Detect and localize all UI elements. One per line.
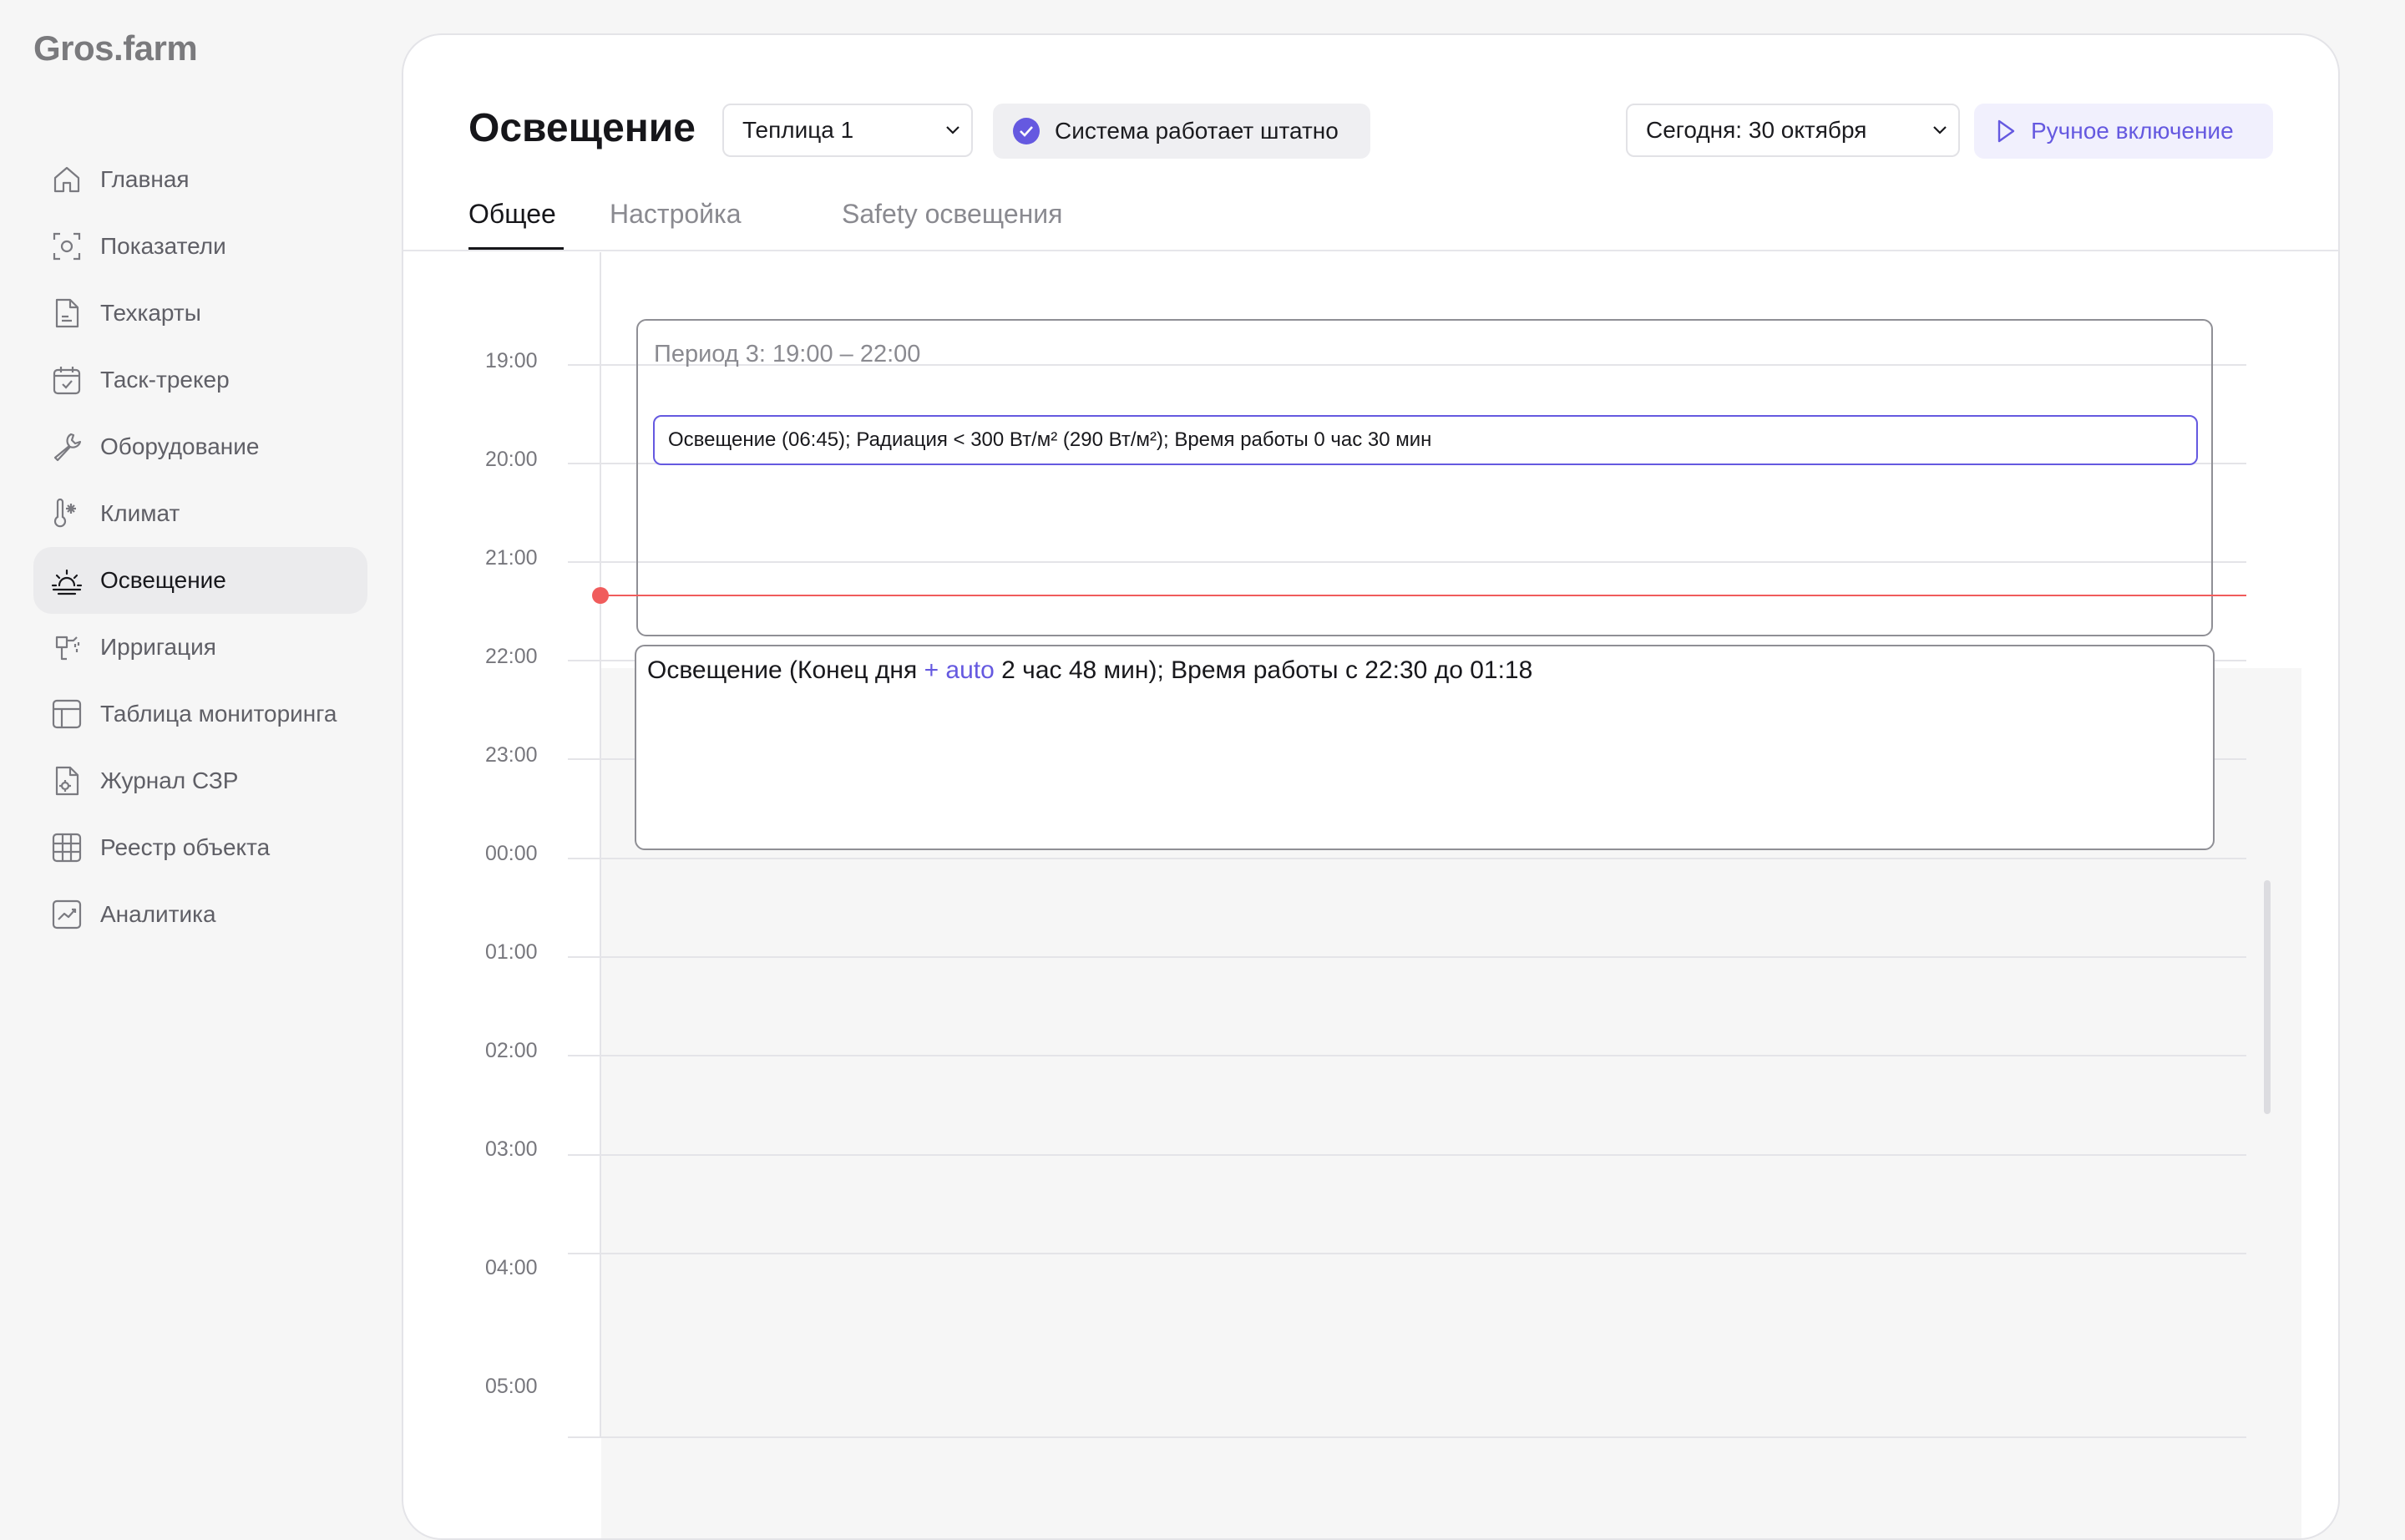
end-of-day-text: Освещение (Конец дня + auto 2 час 48 мин…: [647, 656, 1532, 685]
grid-icon: [50, 831, 84, 864]
time-label: 20:00: [485, 448, 538, 471]
timeline-scrollbar[interactable]: [2264, 880, 2271, 1114]
sidebar-item-analytics[interactable]: Аналитика: [33, 881, 367, 948]
hour-gridline: [568, 1436, 2246, 1438]
sidebar-item-metrics[interactable]: Показатели: [33, 213, 367, 280]
end-of-day-suffix: 2 час 48 мин); Время работы с 22:30 до 0…: [994, 656, 1533, 684]
sidebar-item-monitoring-table[interactable]: Таблица мониторинга: [33, 681, 367, 747]
sidebar-item-label: Журнал СЗР: [100, 767, 239, 793]
time-label: 02:00: [485, 1039, 538, 1062]
manual-start-label: Ручное включение: [2031, 118, 2234, 144]
chevron-down-icon: [1921, 125, 1958, 135]
sidebar-item-label: Аналитика: [100, 901, 216, 927]
manual-start-button[interactable]: Ручное включение: [1974, 104, 2273, 159]
hour-gridline: [568, 1055, 2246, 1056]
time-label: 05:00: [485, 1375, 538, 1398]
sidebar-item-label: Таблица мониторинга: [100, 701, 337, 727]
lighting-event[interactable]: Освещение (06:45); Радиация < 300 Вт/м² …: [653, 415, 2198, 465]
tab-general[interactable]: Общее: [468, 199, 556, 230]
table-icon: [50, 697, 84, 731]
lighting-event-text: Освещение (06:45); Радиация < 300 Вт/м² …: [668, 428, 1432, 451]
time-label: 22:00: [485, 645, 538, 668]
sunrise-icon: [50, 564, 84, 597]
time-label: 04:00: [485, 1256, 538, 1279]
sidebar-nav: Главная Показатели Техкарты Таск-трекер …: [33, 146, 367, 948]
wrench-icon: [50, 430, 84, 464]
check-circle-icon: [1013, 118, 1040, 144]
sidebar-item-label: Климат: [100, 500, 180, 526]
tab-safety-lighting[interactable]: Safety освещения: [842, 199, 1062, 230]
current-time-line: [601, 595, 2246, 596]
sidebar-item-home[interactable]: Главная: [33, 146, 367, 213]
hour-gridline: [568, 1154, 2246, 1156]
irrigation-icon: [50, 631, 84, 664]
sidebar-item-task-tracker[interactable]: Таск-трекер: [33, 347, 367, 413]
sidebar-item-label: Главная: [100, 166, 190, 192]
sidebar-item-lighting[interactable]: Освещение: [33, 547, 367, 614]
time-label: 21:00: [485, 546, 538, 570]
system-status-badge: Система работает штатно: [993, 104, 1370, 159]
sidebar-item-label: Освещение: [100, 567, 226, 593]
calendar-check-icon: [50, 363, 84, 397]
sidebar-item-label: Оборудование: [100, 433, 260, 459]
hour-gridline: [568, 956, 2246, 958]
sidebar-item-label: Ирригация: [100, 634, 216, 660]
auto-badge[interactable]: + auto: [924, 656, 995, 684]
main-panel: Освещение Теплица 1 Система работает шта…: [402, 33, 2340, 1540]
sidebar-item-techcards[interactable]: Техкарты: [33, 280, 367, 347]
hour-gridline: [568, 1253, 2246, 1254]
play-icon: [1997, 119, 2015, 143]
lighting-timeline: 19:00 20:00 21:00 22:00 23:00 00:00 01:0…: [403, 252, 2338, 1538]
analytics-icon: [50, 898, 84, 931]
journal-icon: [50, 764, 84, 798]
period-title: Период 3: 19:00 – 22:00: [654, 341, 921, 367]
time-label: 03:00: [485, 1137, 538, 1161]
timeline-axis-line: [600, 252, 601, 1438]
sidebar-item-label: Техкарты: [100, 300, 201, 326]
sidebar-item-equipment[interactable]: Оборудование: [33, 413, 367, 480]
tabs-divider: [403, 250, 2338, 251]
document-icon: [50, 296, 84, 330]
date-select-value: Сегодня: 30 октября: [1646, 117, 1867, 143]
greenhouse-select[interactable]: Теплица 1: [722, 104, 973, 157]
time-label: 01:00: [485, 940, 538, 964]
date-select[interactable]: Сегодня: 30 октября: [1626, 104, 1960, 157]
app-logo[interactable]: Gros.farm: [33, 28, 198, 68]
hour-gridline: [568, 858, 2246, 859]
sidebar-item-label: Таск-трекер: [100, 367, 230, 393]
metrics-icon: [50, 230, 84, 263]
sidebar-item-label: Реестр объекта: [100, 834, 271, 860]
home-icon: [50, 163, 84, 196]
sidebar-item-object-registry[interactable]: Реестр объекта: [33, 814, 367, 881]
current-time-marker: [592, 587, 609, 604]
end-of-day-prefix: Освещение (Конец дня: [647, 656, 924, 684]
sidebar-item-label: Показатели: [100, 233, 226, 259]
time-label: 19:00: [485, 349, 538, 372]
time-label: 23:00: [485, 743, 538, 767]
greenhouse-select-value: Теплица 1: [742, 117, 854, 143]
sidebar-item-climate[interactable]: Климат: [33, 480, 367, 547]
sidebar-item-szr-journal[interactable]: Журнал СЗР: [33, 747, 367, 814]
chevron-down-icon: [934, 125, 971, 135]
sidebar-item-irrigation[interactable]: Ирригация: [33, 614, 367, 681]
time-label: 00:00: [485, 842, 538, 865]
system-status-text: Система работает штатно: [1055, 118, 1339, 144]
page-title: Освещение: [468, 106, 696, 150]
tab-settings[interactable]: Настройка: [610, 199, 742, 230]
thermometer-icon: [50, 497, 84, 530]
